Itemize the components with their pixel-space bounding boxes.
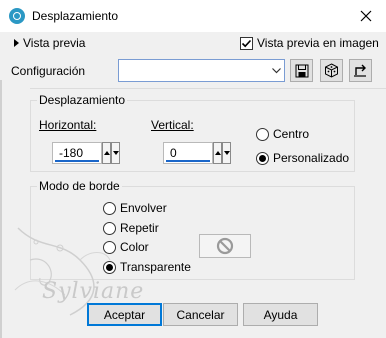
config-dropdown[interactable] xyxy=(118,59,285,82)
window-title: Desplazamiento xyxy=(32,9,119,23)
radio-wrap-label: Envolver xyxy=(120,201,167,215)
down-arrow-icon xyxy=(223,151,230,155)
radio-wrap-button[interactable] xyxy=(103,201,116,215)
radio-custom[interactable]: Personalizado xyxy=(256,151,349,165)
help-button[interactable]: Ayuda xyxy=(243,303,318,326)
accept-button[interactable]: Aceptar xyxy=(87,303,162,326)
preview-on-image-label: Vista previa en imagen xyxy=(257,36,379,50)
reset-button[interactable] xyxy=(349,59,372,82)
preview-on-image-checkbox-row[interactable]: Vista previa en imagen xyxy=(240,36,379,50)
radio-custom-label: Personalizado xyxy=(273,151,350,165)
dice-icon xyxy=(325,63,338,78)
vertical-label-text: Vertical: xyxy=(151,118,194,132)
radio-wrap[interactable]: Envolver xyxy=(103,201,167,215)
preview-toggle[interactable]: Vista previa xyxy=(14,36,85,50)
chevron-down-icon[interactable] xyxy=(268,60,284,81)
horizontal-stepper[interactable]: -180 xyxy=(52,142,120,164)
radio-center-label: Centro xyxy=(273,127,310,141)
horizontal-underline xyxy=(55,160,99,162)
left-edge xyxy=(0,80,2,338)
separator xyxy=(30,88,386,89)
preview-toggle-label: Vista previa xyxy=(23,36,86,50)
vertical-increment[interactable] xyxy=(213,142,222,164)
vertical-underline xyxy=(166,160,210,162)
edge-mode-group-title: Modo de borde xyxy=(37,179,122,193)
no-color-icon xyxy=(216,237,234,255)
save-icon xyxy=(295,64,308,77)
watermark-text: Sylviane xyxy=(42,279,145,304)
cancel-button[interactable]: Cancelar xyxy=(163,303,238,326)
down-arrow-icon xyxy=(112,151,119,155)
save-preset-button[interactable] xyxy=(290,59,313,82)
title-bar: Desplazamiento xyxy=(0,0,386,32)
vertical-decrement[interactable] xyxy=(222,142,231,164)
expand-arrow-icon xyxy=(14,39,19,47)
horizontal-label: Horizontal: xyxy=(39,118,97,132)
config-label: Configuración xyxy=(11,64,86,78)
reset-icon xyxy=(354,64,366,77)
radio-center[interactable]: Centro xyxy=(256,127,309,141)
up-arrow-icon xyxy=(214,151,221,155)
close-button[interactable] xyxy=(346,0,386,32)
radio-custom-button[interactable] xyxy=(256,151,269,165)
random-button[interactable] xyxy=(320,59,343,82)
vertical-stepper[interactable]: 0 xyxy=(163,142,231,164)
checkmark-icon xyxy=(241,39,252,47)
vertical-label: Vertical: xyxy=(151,118,194,132)
close-icon xyxy=(360,10,372,22)
preview-on-image-checkbox[interactable] xyxy=(240,36,253,50)
app-icon xyxy=(9,8,25,24)
horizontal-increment[interactable] xyxy=(102,142,111,164)
color-swatch[interactable] xyxy=(199,234,251,258)
horizontal-decrement[interactable] xyxy=(111,142,120,164)
offset-group-title: Desplazamiento xyxy=(37,93,128,107)
radio-center-button[interactable] xyxy=(256,127,269,141)
up-arrow-icon xyxy=(103,151,110,155)
